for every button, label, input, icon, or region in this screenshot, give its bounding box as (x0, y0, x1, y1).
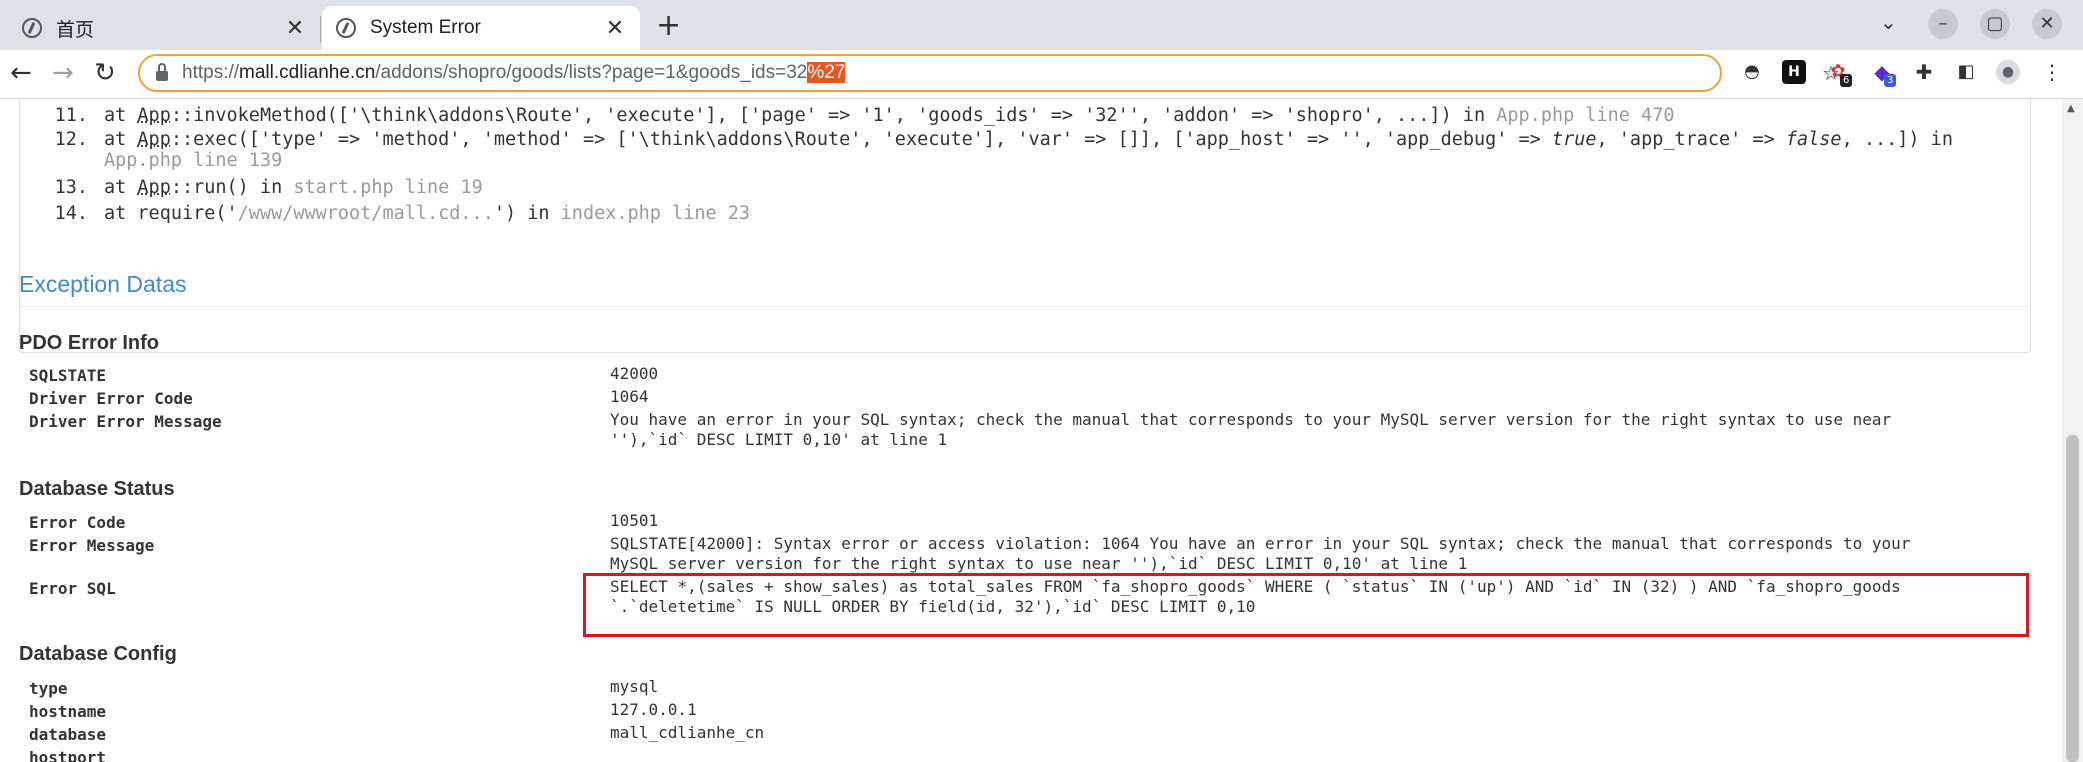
maximize-icon[interactable]: ▢ (1980, 9, 2010, 39)
error-page: 11. at App::invokeMethod(['\think\addons\… (0, 99, 2062, 762)
extension-badge: 3 (1884, 74, 1897, 87)
pdo-row-value: 42000 (610, 364, 659, 383)
trace-text: App (137, 129, 171, 150)
forward-arrow-icon[interactable]: → (52, 58, 74, 88)
db-config-row-key: hostport (29, 748, 107, 762)
pdo-row-value: 1064 (610, 387, 649, 406)
db-config-row-key: database (29, 725, 107, 744)
db-config-row-key: type (29, 679, 68, 698)
trace-file-link[interactable]: App.php line 139 (104, 150, 282, 171)
trace-number: 14. (54, 203, 88, 224)
trace-text: ::run() in (170, 177, 294, 198)
back-arrow-icon[interactable]: ← (10, 58, 32, 88)
window-close-icon[interactable]: ✕ (2032, 9, 2062, 39)
trace-line: 14. at require('/www/wwwroot/mall.cd...')… (40, 204, 750, 224)
tab-search-icon[interactable]: ⌄ (1880, 10, 1897, 34)
trace-line: 11. at App::invokeMethod(['\think\addons\… (40, 105, 1675, 126)
extension-badge: 6 (1840, 74, 1853, 87)
url-text[interactable]: https://mall.cdlianhe.cn/addons/shopro/g… (182, 62, 846, 84)
trace-file-link[interactable]: index.php line 23 (561, 203, 750, 224)
pdo-row-key: Driver Error Message (29, 412, 222, 431)
trace-file-link[interactable]: /www/wwwroot/mall.cd... (238, 203, 494, 224)
error-sql-highlight (583, 573, 2029, 637)
profile-avatar-icon[interactable]: ● (1996, 60, 2020, 84)
database-status-heading: Database Status (19, 478, 175, 500)
reload-icon[interactable]: ↻ (94, 58, 116, 88)
tab-system-error[interactable]: System Error ✕ (322, 6, 640, 50)
trace-file-link[interactable]: App.php line 470 (1496, 105, 1674, 126)
trace-text: true (1551, 129, 1597, 150)
trace-text: ::exec(['type' => 'method', 'method' => … (170, 129, 1552, 150)
tab-separator (320, 16, 321, 42)
close-icon[interactable]: ✕ (284, 16, 306, 41)
tab-home[interactable]: 首页 ✕ (8, 6, 320, 50)
trace-text: ') in (493, 203, 561, 224)
trace-text: at (104, 177, 138, 198)
pdo-row-key: SQLSTATE (29, 366, 107, 385)
lock-icon[interactable] (156, 63, 168, 81)
db-status-row-key: Error Code (29, 513, 126, 532)
database-config-heading: Database Config (19, 643, 177, 665)
trace-line: App.php line 139 (40, 151, 282, 171)
scrollbar[interactable]: ▲ (2062, 99, 2083, 762)
trace-text: at (104, 129, 138, 150)
db-status-row-value: 10501 (610, 511, 659, 530)
trace-text: at (104, 105, 138, 126)
db-status-row-key: Error SQL (29, 579, 116, 598)
scrollbar-thumb[interactable] (2066, 435, 2079, 762)
trace-text: , 'app_trace' => (1596, 129, 1786, 150)
extension-hat-icon[interactable]: ◓ (1740, 60, 1764, 84)
trace-text: , ...]) in (1841, 129, 1953, 150)
browser-toolbar: ← → ↻ https://mall.cdlianhe.cn/addons/sh… (0, 50, 2083, 99)
trace-text: App (137, 177, 171, 198)
trace-number: 12. (54, 129, 88, 150)
db-config-row-key: hostname (29, 702, 107, 721)
trace-number: 13. (54, 177, 88, 198)
tab-title: System Error (370, 17, 481, 38)
minimize-icon[interactable]: – (1928, 9, 1958, 39)
trace-text: ::invokeMethod(['\think\addons\Route', '… (170, 105, 1497, 126)
trace-text: App (137, 105, 171, 126)
pdo-row-value: You have an error in your SQL syntax; ch… (610, 410, 1892, 449)
db-status-row-key: Error Message (29, 536, 155, 555)
tab-title: 首页 (56, 19, 95, 41)
exception-datas-heading: Exception Datas (19, 271, 187, 297)
db-config-row-value: mall_cdlianhe_cn (610, 723, 765, 742)
trace-text: false (1785, 129, 1842, 150)
globe-icon (22, 18, 42, 38)
menu-kebab-icon[interactable]: ⋮ (2040, 60, 2064, 84)
close-icon[interactable]: ✕ (604, 16, 626, 41)
trace-file-link[interactable]: start.php line 19 (293, 177, 482, 198)
new-tab-button[interactable]: + (656, 8, 681, 43)
extensions-puzzle-icon[interactable]: ✚ (1912, 60, 1936, 84)
pdo-row-key: Driver Error Code (29, 389, 193, 408)
address-bar[interactable]: https://mall.cdlianhe.cn/addons/shopro/g… (138, 54, 1840, 92)
extension-h-icon[interactable]: H (1782, 60, 1806, 84)
trace-text: at require(' (104, 203, 238, 224)
db-status-row-value: SQLSTATE[42000]: Syntax error or access … (610, 534, 1911, 573)
tab-bar: 首页 ✕ System Error ✕ + ⌄ – ▢ ✕ (0, 0, 2083, 50)
divider (19, 306, 2031, 307)
db-config-row-value: mysql (610, 677, 659, 696)
globe-icon (336, 18, 356, 38)
trace-line: 13. at App::run() in start.php line 19 (40, 178, 483, 198)
db-config-row-value: 127.0.0.1 (610, 700, 697, 719)
pdo-error-info-heading: PDO Error Info (19, 332, 160, 354)
side-panel-icon[interactable]: ◧ (1954, 60, 1978, 84)
trace-line: 12. at App::exec(['type' => 'method', 'me… (40, 130, 1953, 150)
trace-number: 11. (54, 105, 88, 126)
scroll-up-icon[interactable]: ▲ (2067, 103, 2075, 114)
